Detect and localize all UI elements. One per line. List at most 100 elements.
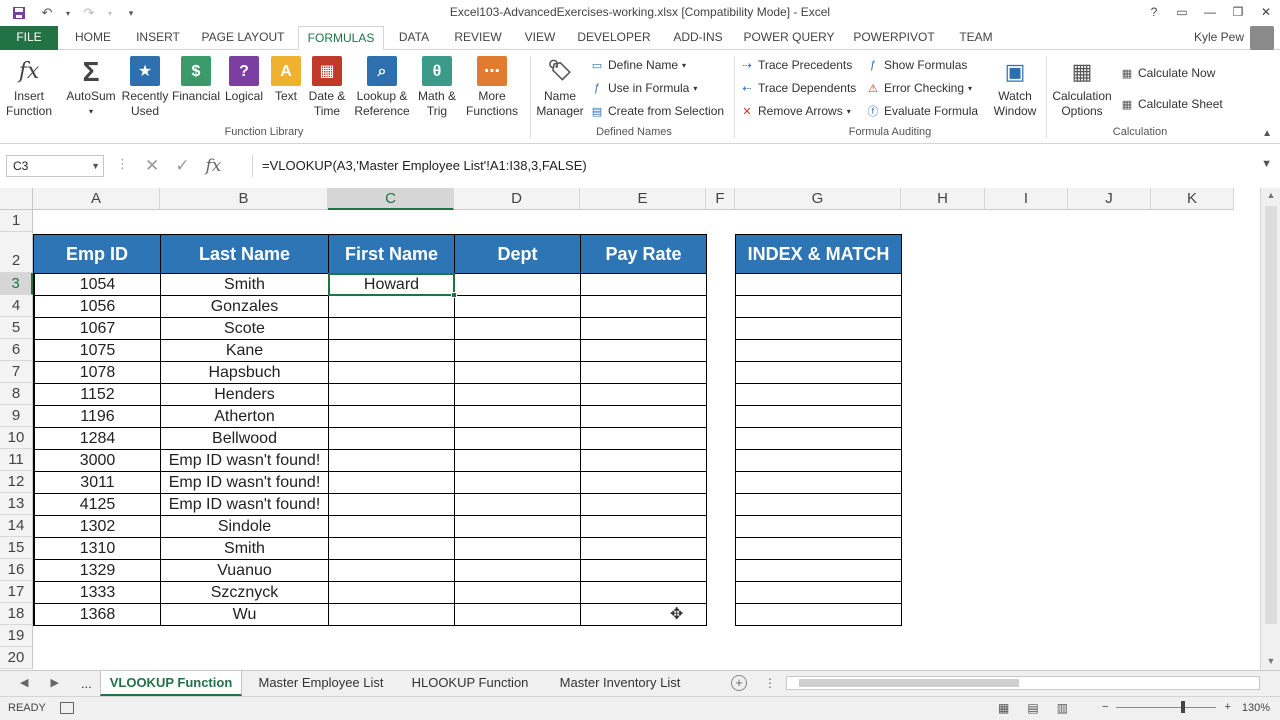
tab-team[interactable]: TEAM [948,26,1004,50]
column-header-c[interactable]: C [328,188,454,210]
table-cell[interactable]: Scote [160,317,329,340]
table-cell[interactable] [328,449,455,472]
column-header-g[interactable]: G [735,188,901,210]
table-cell[interactable]: 4125 [33,493,161,516]
table-cell[interactable]: 1075 [33,339,161,362]
column-header-h[interactable]: H [901,188,985,210]
expand-formula-bar-icon[interactable]: ▼ [1261,158,1272,170]
autosum-button[interactable]: Σ AutoSum ▾ [64,56,118,119]
table-cell[interactable] [580,471,707,494]
table-cell[interactable]: Henders [160,383,329,406]
row-header-7[interactable]: 7 [0,361,33,383]
zoom-knob[interactable] [1181,700,1186,713]
index-match-cell[interactable] [735,603,902,626]
tab-view[interactable]: VIEW [516,26,564,50]
sheet-tab-master-inventory[interactable]: Master Inventory List [546,671,694,696]
table-cell[interactable]: Atherton [160,405,329,428]
macro-recording-icon[interactable] [60,702,74,714]
table-cell[interactable] [580,603,707,626]
tab-formulas[interactable]: FORMULAS [298,26,384,50]
enter-icon[interactable]: ✓ [175,156,189,176]
error-checking-button[interactable]: ⚠ Error Checking ▾ [866,79,972,97]
row-header-11[interactable]: 11 [0,449,33,471]
column-header-j[interactable]: J [1068,188,1151,210]
table-cell[interactable] [328,383,455,406]
index-match-cell[interactable] [735,493,902,516]
index-match-cell[interactable] [735,581,902,604]
table-cell[interactable]: Emp ID wasn't found! [160,471,329,494]
tab-developer[interactable]: DEVELOPER [570,26,658,50]
select-all-button[interactable] [0,188,33,210]
table-cell[interactable] [580,581,707,604]
page-layout-view-icon[interactable]: ▤ [1027,701,1038,715]
tab-split-icon[interactable]: ⋮ [764,676,776,690]
index-match-cell[interactable] [735,361,902,384]
index-match-header[interactable]: INDEX & MATCH [735,234,902,274]
avatar[interactable] [1250,26,1274,50]
row-header-12[interactable]: 12 [0,471,33,493]
table-cell[interactable]: 1152 [33,383,161,406]
use-in-formula-button[interactable]: ƒ Use in Formula ▾ [590,79,697,97]
scroll-up-icon[interactable]: ▲ [1261,190,1280,200]
table-cell[interactable] [580,449,707,472]
table-cell[interactable]: 3000 [33,449,161,472]
trace-dependents-button[interactable]: ⇠ Trace Dependents [740,79,856,97]
row-header-20[interactable]: 20 [0,647,33,669]
row-header-10[interactable]: 10 [0,427,33,449]
watch-window-button[interactable]: ▣ Watch Window [988,56,1042,119]
row-header-9[interactable]: 9 [0,405,33,427]
create-from-selection-button[interactable]: ▤ Create from Selection [590,102,724,120]
column-header-i[interactable]: I [985,188,1068,210]
logical-button[interactable]: ? Logical [222,56,266,104]
table-cell[interactable] [454,581,581,604]
normal-view-icon[interactable]: ▦ [998,701,1009,715]
table-cell[interactable]: Hapsbuch [160,361,329,384]
table-cell[interactable] [580,559,707,582]
autosum-dropdown-icon[interactable]: ▾ [64,104,118,119]
row-header-16[interactable]: 16 [0,559,33,581]
table-cell[interactable] [454,537,581,560]
horizontal-scrollbar[interactable] [786,676,1260,690]
name-box-dropdown-icon[interactable]: ▼ [91,156,100,176]
table-cell[interactable]: 1056 [33,295,161,318]
active-cell-c3[interactable]: Howard [328,273,455,296]
tab-data[interactable]: DATA [388,26,440,50]
prev-sheet-icon[interactable]: ◀ [20,676,28,691]
index-match-cell[interactable] [735,559,902,582]
fill-handle[interactable] [451,292,457,298]
insert-function-button[interactable]: fx Insert Function [4,56,54,119]
restore-icon[interactable]: ❐ [1224,0,1252,24]
table-header-dept[interactable]: Dept [454,234,581,274]
table-cell[interactable] [328,361,455,384]
lookup-reference-button[interactable]: ⌕ Lookup & Reference [352,56,412,119]
more-functions-button[interactable]: ⋯ More Functions [462,56,522,119]
table-header-pay-rate[interactable]: Pay Rate [580,234,707,274]
index-match-cell[interactable] [735,273,902,296]
table-cell[interactable]: Bellwood [160,427,329,450]
tab-file[interactable]: FILE [0,26,58,50]
table-cell[interactable] [580,295,707,318]
row-header-18[interactable]: 18 [0,603,33,625]
table-header-first-name[interactable]: First Name [328,234,455,274]
index-match-cell[interactable] [735,383,902,406]
index-match-cell[interactable] [735,317,902,340]
table-cell[interactable] [454,273,581,296]
table-cell[interactable] [454,317,581,340]
table-cell[interactable] [580,405,707,428]
evaluate-formula-button[interactable]: ⓕ Evaluate Formula [866,102,979,120]
tab-power-query[interactable]: POWER QUERY [738,26,840,50]
table-cell[interactable] [454,361,581,384]
zoom-slider[interactable]: − + [1102,700,1231,713]
scroll-thumb[interactable] [1265,206,1277,624]
user-name[interactable]: Kyle Pew [1194,30,1244,44]
collapse-ribbon-icon[interactable]: ▲ [1262,128,1272,139]
column-header-d[interactable]: D [454,188,580,210]
index-match-cell[interactable] [735,427,902,450]
sheet-tab-hlookup[interactable]: HLOOKUP Function [400,671,540,696]
row-header-13[interactable]: 13 [0,493,33,515]
more-sheets-button[interactable]: ... [81,676,92,691]
table-cell[interactable] [580,537,707,560]
row-header-15[interactable]: 15 [0,537,33,559]
row-header-6[interactable]: 6 [0,339,33,361]
row-header-1[interactable]: 1 [0,210,33,232]
